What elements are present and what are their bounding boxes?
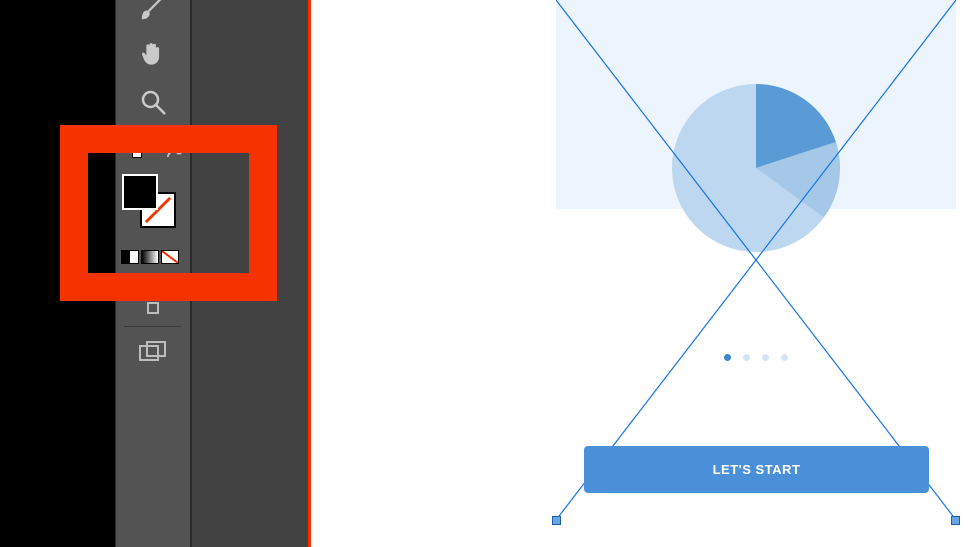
color-mode-gradient[interactable] — [141, 250, 159, 264]
tool-divider — [124, 130, 182, 131]
left-empty-panel — [0, 0, 115, 547]
page-indicator — [556, 354, 956, 361]
color-mode-solid[interactable] — [121, 250, 139, 264]
screen-icon — [139, 341, 167, 363]
page-dot-1[interactable] — [724, 354, 731, 361]
lets-start-label: LET'S START — [713, 462, 801, 477]
page-dot-2[interactable] — [743, 354, 750, 361]
zoom-tool[interactable] — [116, 82, 190, 122]
page-dot-3[interactable] — [762, 354, 769, 361]
pie-chart — [671, 83, 841, 253]
selection-handle-bl[interactable] — [552, 516, 561, 525]
square-icon — [147, 302, 159, 314]
tool-divider-2 — [124, 278, 182, 279]
tools-panel — [115, 0, 191, 547]
guide-line — [308, 0, 311, 547]
swap-colors-button[interactable] — [164, 148, 186, 175]
hand-icon — [137, 38, 169, 70]
screen-mode-button[interactable] — [115, 332, 191, 372]
color-mode-none[interactable] — [161, 250, 179, 264]
lets-start-button[interactable]: LET'S START — [584, 446, 929, 493]
brush-icon — [138, 0, 168, 23]
brush-tool[interactable] — [116, 0, 190, 28]
swap-icon — [164, 148, 186, 170]
magnifier-icon — [138, 87, 168, 117]
default-colors-button[interactable] — [126, 142, 144, 160]
hand-tool[interactable] — [116, 34, 190, 74]
color-mode-row — [121, 250, 179, 264]
page-dot-4[interactable] — [781, 354, 788, 361]
fill-stroke-swatch[interactable] — [120, 172, 180, 232]
draw-mode-button[interactable] — [115, 290, 191, 326]
options-panel — [191, 0, 310, 547]
tool-divider-3 — [124, 326, 182, 327]
fill-swatch[interactable] — [122, 174, 158, 210]
mini-swatch-front — [126, 142, 136, 152]
selection-handle-br[interactable] — [951, 516, 960, 525]
